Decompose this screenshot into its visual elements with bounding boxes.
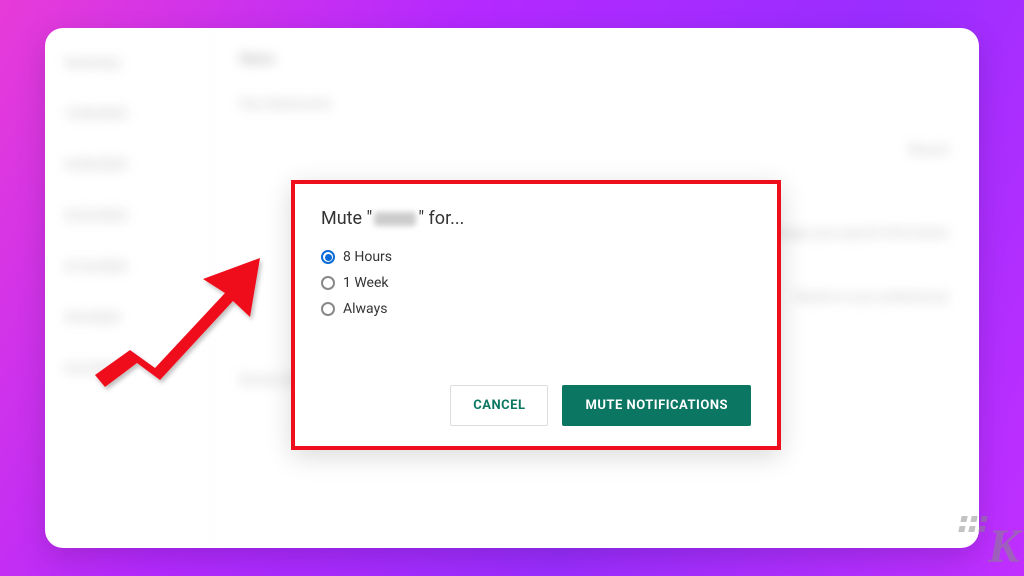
app-window: Summary 10/8/2023 9/30/2023 9/23/2023 9/… xyxy=(45,28,979,548)
radio-icon xyxy=(321,302,335,316)
mute-notifications-button[interactable]: MUTE NOTIFICATIONS xyxy=(562,385,751,426)
radio-option-always[interactable]: Always xyxy=(321,301,751,317)
radio-option-1-week[interactable]: 1 Week xyxy=(321,275,751,291)
cancel-button[interactable]: CANCEL xyxy=(450,385,548,426)
sidebar-item: 9/9/2023 xyxy=(45,293,209,344)
watermark-dots xyxy=(958,516,987,532)
mute-dialog: Mute " " for... 8 Hours 1 Week Always CAN… xyxy=(291,180,781,450)
radio-label: 1 Week xyxy=(343,275,389,291)
radio-label: Always xyxy=(343,301,387,317)
dialog-actions: CANCEL MUTE NOTIFICATIONS xyxy=(321,385,751,426)
sidebar: Summary 10/8/2023 9/30/2023 9/23/2023 9/… xyxy=(45,28,210,548)
viewport: Summary 10/8/2023 9/30/2023 9/23/2023 9/… xyxy=(0,0,1024,576)
dialog-title-prefix: Mute " xyxy=(321,208,372,229)
sidebar-item: 9/16/2023 xyxy=(45,242,209,293)
radio-icon xyxy=(321,250,335,264)
sidebar-item: 9/30/2023 xyxy=(45,140,209,191)
dialog-title-suffix: " for... xyxy=(418,208,464,229)
radio-option-8-hours[interactable]: 8 Hours xyxy=(321,249,751,265)
radio-label: 8 Hours xyxy=(343,249,392,265)
redacted-name xyxy=(374,212,416,226)
watermark-letter: K xyxy=(988,519,1018,574)
sidebar-item: 9/2/2023 xyxy=(45,344,209,395)
radio-icon xyxy=(321,276,335,290)
sidebar-item: 9/23/2023 xyxy=(45,191,209,242)
mute-duration-radio-group: 8 Hours 1 Week Always xyxy=(321,249,751,317)
sidebar-item: 10/8/2023 xyxy=(45,89,209,140)
dialog-title: Mute " " for... xyxy=(321,208,751,229)
sidebar-item: Summary xyxy=(45,38,209,89)
